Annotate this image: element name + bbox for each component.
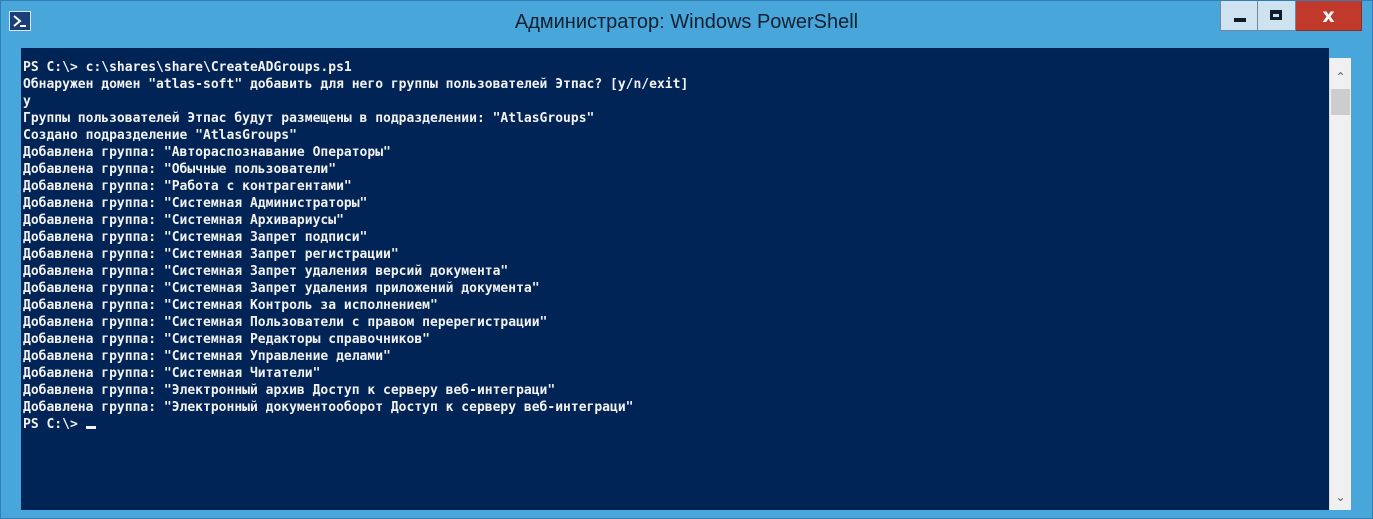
scroll-up-icon[interactable]: ⌃: [1330, 66, 1351, 88]
console-lines: PS C:\> c:\shares\share\CreateADGroups.p…: [23, 60, 688, 415]
minimize-icon: [1234, 18, 1246, 22]
console-line: Добавлена группа: "Электронный документо…: [23, 400, 634, 415]
minimize-button[interactable]: [1220, 1, 1258, 31]
title-bar[interactable]: Администратор: Windows PowerShell x: [1, 1, 1372, 47]
console-line: Добавлена группа: "Системная Редакторы с…: [23, 332, 430, 347]
console-line: Добавлена группа: "Системная Контроль за…: [23, 298, 438, 313]
console-line: Добавлена группа: "Системная Запрет реги…: [23, 247, 399, 262]
console-prompt: PS C:\>: [23, 417, 86, 432]
console-line: Добавлена группа: "Системная Запрет удал…: [23, 264, 509, 279]
console-line: Добавлена группа: "Обычные пользователи": [23, 162, 337, 177]
console-line: Добавлена группа: "Автораспознавание Опе…: [23, 145, 391, 160]
console-line: Добавлена группа: "Системная Читатели": [23, 366, 321, 381]
console-text: PS C:\> c:\shares\share\CreateADGroups.p…: [23, 59, 688, 433]
window-title: Администратор: Windows PowerShell: [514, 11, 859, 33]
close-icon: x: [1322, 5, 1335, 27]
console-line: Добавлена группа: "Системная Запрет удал…: [23, 281, 540, 296]
console-line: Добавлена группа: "Системная Запрет подп…: [23, 230, 368, 245]
maximize-button[interactable]: [1258, 1, 1296, 31]
scroll-down-icon[interactable]: ⌄: [1330, 486, 1351, 508]
console-line: Создано подразделение "AtlasGroups": [23, 128, 297, 143]
close-button[interactable]: x: [1296, 1, 1362, 31]
console-line: Добавлена группа: "Системная Архивариусы…: [23, 213, 344, 228]
console-line: Добавлена группа: "Системная Администрат…: [23, 196, 368, 211]
console-line: Обнаружен домен "atlas-soft" добавить дл…: [23, 77, 689, 92]
console-line: Группы пользователей Этпас будут размеще…: [23, 111, 595, 126]
console-line: Добавлена группа: "Системная Пользовател…: [23, 315, 548, 330]
console-line: Добавлена группа: "Электронный архив Дос…: [23, 383, 556, 398]
maximize-icon: [1270, 10, 1282, 20]
window-controls: x: [1220, 1, 1362, 31]
console-line: Добавлена группа: "Системная Управление …: [23, 349, 391, 364]
console-line: PS C:\> c:\shares\share\CreateADGroups.p…: [23, 60, 352, 75]
console-line: y: [23, 94, 31, 109]
powershell-window: Администратор: Windows PowerShell x PS C…: [0, 0, 1373, 519]
scroll-thumb[interactable]: [1331, 89, 1350, 115]
text-cursor: [85, 426, 96, 429]
console-output[interactable]: PS C:\> c:\shares\share\CreateADGroups.p…: [21, 48, 1329, 510]
console-line: Добавлена группа: "Работа с контрагентам…: [23, 179, 352, 194]
vertical-scrollbar[interactable]: ⌃ ⌄: [1329, 58, 1351, 510]
